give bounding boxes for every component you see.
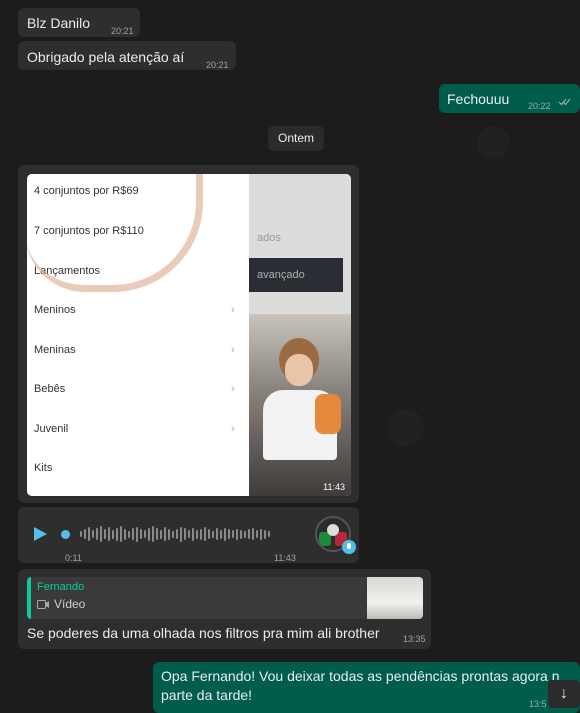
waveform-bar	[220, 529, 222, 539]
waveform-bar	[136, 526, 138, 542]
waveform-bar	[176, 529, 178, 539]
message-incoming[interactable]: Obrigado pela atenção aí 20:21	[18, 41, 236, 70]
waveform-bar	[116, 527, 118, 541]
waveform-bar	[80, 531, 82, 537]
chevron-right-icon: ›	[231, 344, 235, 356]
waveform-bar	[252, 528, 254, 540]
waveform-bar	[164, 527, 166, 541]
message-incoming[interactable]: Blz Danilo 20:21	[18, 8, 140, 37]
message-time: 13:35	[403, 634, 426, 644]
waveform-bar	[232, 530, 234, 538]
double-check-icon	[558, 98, 571, 106]
waveform-bar	[140, 529, 142, 539]
waveform-bar	[172, 530, 174, 538]
waveform-bar	[156, 528, 158, 540]
chevron-right-icon: ›	[231, 383, 235, 395]
message-text: Fechouuu	[447, 91, 510, 107]
waveform-bar	[112, 529, 114, 539]
waveform-bar	[160, 529, 162, 539]
menu-item: Meninas	[34, 344, 76, 356]
screenshot-text: ados	[257, 232, 281, 244]
waveform-bar	[204, 527, 206, 541]
message-text: Blz Danilo	[27, 15, 91, 31]
video-icon	[37, 600, 49, 609]
screenshot-menu-panel: 4 conjuntos por R$69 7 conjuntos por R$1…	[27, 174, 249, 496]
message-time: 11:43	[323, 482, 345, 492]
menu-item: Meninos	[34, 304, 76, 316]
waveform-bar	[188, 530, 190, 538]
highlight-circle	[27, 174, 203, 292]
message-time: 11:43	[274, 553, 296, 563]
quoted-type: Vídeo	[54, 597, 86, 611]
quoted-thumbnail	[367, 577, 423, 619]
waveform-bar	[260, 528, 262, 540]
waveform-bar	[192, 527, 194, 541]
chevron-right-icon: ›	[231, 423, 235, 435]
waveform-bar	[104, 529, 106, 539]
waveform-bar	[180, 526, 182, 542]
waveform-bar	[148, 527, 150, 541]
waveform-bar	[256, 530, 258, 538]
message-text: Opa Fernando! Vou deixar todas as pendên…	[161, 668, 560, 703]
waveform-bar	[212, 530, 214, 538]
menu-item: Bebês	[34, 383, 66, 395]
waveform-bar	[128, 530, 130, 538]
waveform-bar	[196, 529, 198, 539]
waveform-bar	[248, 529, 250, 539]
message-text: Se poderes da uma olhada nos filtros pra…	[27, 625, 380, 641]
audio-waveform[interactable]	[80, 526, 292, 542]
waveform-bar	[120, 526, 122, 542]
waveform-bar	[224, 527, 226, 541]
child-photo	[249, 314, 351, 496]
waveform-bar	[92, 530, 94, 538]
chevron-right-icon: ›	[231, 304, 235, 316]
waveform-bar	[228, 529, 230, 539]
screenshot-right-panel: ados avançado	[249, 174, 351, 496]
arrow-down-icon[interactable]: ↓	[548, 680, 580, 708]
waveform-bar	[236, 528, 238, 540]
message-outgoing[interactable]: Fechouuu 20:22	[439, 84, 580, 113]
message-time: 20:22	[528, 101, 551, 111]
waveform-bar	[108, 527, 110, 541]
waveform-bar	[208, 529, 210, 539]
waveform-bar	[96, 528, 98, 540]
audio-progress-dot[interactable]	[61, 530, 70, 539]
message-text: Obrigado pela atenção aí	[27, 49, 185, 65]
waveform-bar	[132, 528, 134, 540]
message-time: 20:21	[206, 60, 229, 70]
waveform-bar	[124, 528, 126, 540]
date-separator: Ontem	[268, 126, 324, 151]
waveform-bar	[264, 529, 266, 539]
screenshot-button: avançado	[249, 258, 343, 292]
waveform-bar	[144, 530, 146, 538]
waveform-bar	[216, 528, 218, 540]
message-image[interactable]: 4 conjuntos por R$69 7 conjuntos por R$1…	[27, 174, 351, 496]
waveform-bar	[268, 531, 270, 537]
waveform-bar	[200, 528, 202, 540]
waveform-bar	[100, 526, 102, 542]
waveform-bar	[244, 530, 246, 538]
audio-elapsed: 0:11	[65, 553, 82, 563]
message-time: 20:21	[111, 26, 134, 36]
quoted-message[interactable]: Fernando Vídeo	[27, 577, 423, 619]
mic-icon	[342, 540, 356, 554]
message-outgoing[interactable]: Opa Fernando! Vou deixar todas as pendên…	[153, 662, 580, 713]
waveform-bar	[84, 529, 86, 539]
waveform-bar	[240, 529, 242, 539]
menu-item: Juvenil	[34, 423, 69, 435]
waveform-bar	[184, 528, 186, 540]
quoted-author: Fernando	[37, 581, 85, 593]
waveform-bar	[88, 527, 90, 541]
waveform-bar	[152, 526, 154, 542]
message-time: 13:5	[529, 699, 547, 709]
waveform-bar	[168, 528, 170, 540]
menu-item: Kits	[34, 462, 53, 474]
play-icon[interactable]	[32, 526, 48, 542]
